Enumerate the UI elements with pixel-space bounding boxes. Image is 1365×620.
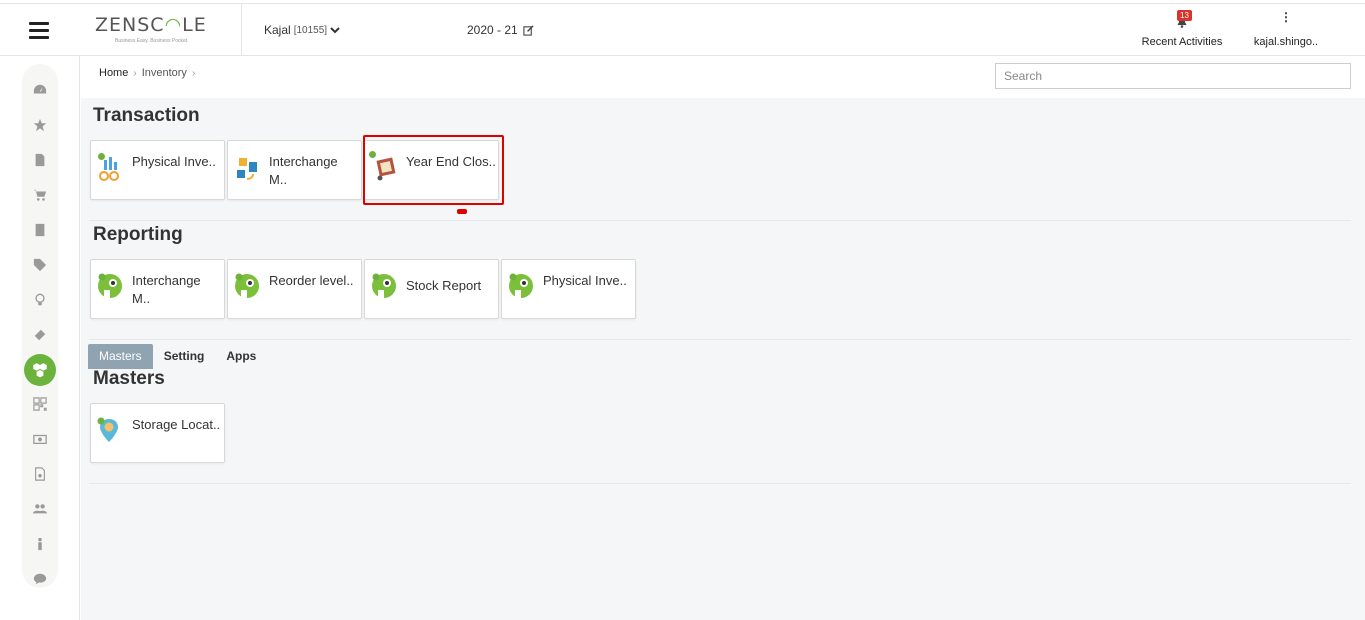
tile-label: Reorder level.. [269,273,354,288]
report-person-icon [509,273,533,298]
search-input[interactable] [995,63,1351,89]
account-name: kajal.shingo.. [1253,36,1319,48]
star-icon[interactable] [22,113,58,137]
chevron-down-icon [330,27,340,34]
menu-icon[interactable] [29,22,49,39]
tile-label: Physical Inve.. [132,154,216,169]
users-icon[interactable] [22,497,58,521]
breadcrumb-home[interactable]: Home [99,67,128,79]
tab-setting[interactable]: Setting [153,344,216,369]
chart-gear-icon [99,157,119,181]
tile-interchange-transaction[interactable]: Interchange M.. [227,140,362,200]
user-id: [10155] [293,24,328,36]
breadcrumb-current: Inventory [141,67,187,79]
location-pin-icon [97,417,118,442]
dashboard-icon[interactable] [22,78,58,102]
zenscale-logo[interactable]: ZENSC◠LE Business Easy. Business Pocket. [95,14,210,46]
financial-year-label: 2020 - 21 [467,23,518,37]
notification-badge: 13 [1177,10,1192,21]
tile-interchange-report[interactable]: Interchange M.. [90,259,225,319]
tile-label: Physical Inve.. [543,273,627,288]
more-vertical-icon: ⋮ [1280,10,1292,24]
sidebar-rail [22,64,58,588]
interchange-icon [237,158,257,180]
tab-masters[interactable]: Masters [88,344,153,369]
section-title-masters: Masters [93,368,165,389]
tile-stock-report[interactable]: Stock Report [364,259,499,319]
report-person-icon [98,273,122,298]
section-divider [89,339,1351,340]
section-divider [89,220,1351,221]
tile-label: Interchange M.. [269,154,338,187]
chevron-right-icon: › [133,67,137,79]
recent-activities-button[interactable]: 13 Recent Activities [1138,8,1226,52]
tile-label: Storage Locat.. [132,417,221,432]
company-user-dropdown[interactable]: Kajal [10155] [264,23,340,37]
ledger-icon[interactable] [22,218,58,242]
section-tabs: Masters Setting Apps [88,344,267,369]
breadcrumb-bar: Home › Inventory › [81,56,1365,98]
main-content: Home › Inventory › Transaction Physical … [81,56,1365,620]
chat-icon[interactable] [22,567,58,591]
financial-year-selector[interactable]: 2020 - 21 [467,23,534,37]
qrcode-icon[interactable] [22,392,58,416]
person-icon[interactable] [22,532,58,556]
tile-label: Stock Report [406,278,482,293]
document-icon[interactable] [22,148,58,172]
top-bar: ZENSC◠LE Business Easy. Business Pocket.… [0,3,1365,56]
tile-storage-location[interactable]: Storage Locat.. [90,403,225,463]
tile-reorder-level[interactable]: Reorder level.. [227,259,362,319]
section-title-transaction: Transaction [93,105,200,126]
tab-apps[interactable]: Apps [215,344,267,369]
section-title-reporting: Reporting [93,224,183,245]
user-name: Kajal [264,23,291,37]
account-menu[interactable]: ⋮ kajal.shingo.. [1250,10,1322,52]
selection-marker [457,209,467,214]
header-divider [241,4,242,56]
recent-activities-label: Recent Activities [1141,36,1223,48]
selection-highlight [363,135,504,205]
report-person-icon [235,273,259,298]
certificate-icon[interactable] [22,462,58,486]
section-divider [89,483,1351,484]
sidebar [0,56,80,620]
edit-icon[interactable] [523,24,534,36]
tile-physical-inventory[interactable]: Physical Inve.. [90,140,225,200]
tag-icon[interactable] [22,253,58,277]
chevron-right-icon: › [191,67,196,79]
report-person-icon [372,273,396,298]
bulb-icon[interactable] [22,288,58,312]
cart-icon[interactable] [22,183,58,207]
breadcrumb: Home › Inventory › [99,67,195,79]
tile-label: Interchange M.. [132,273,201,306]
ticket-icon[interactable] [22,323,58,347]
tile-physical-inventory-report[interactable]: Physical Inve.. [501,259,636,319]
money-icon[interactable] [22,427,58,451]
inventory-icon[interactable] [24,354,56,386]
